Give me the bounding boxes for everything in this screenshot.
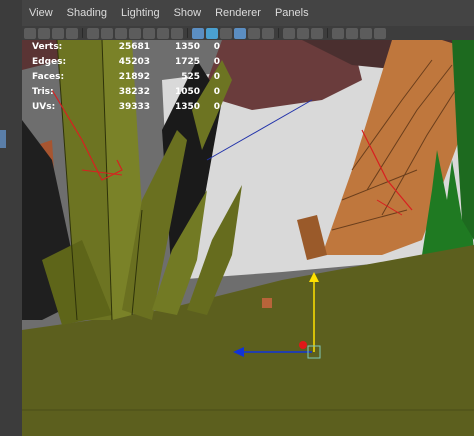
smooth-shade-icon[interactable]	[206, 27, 218, 39]
hud-label: Edges:	[32, 57, 67, 67]
hud-value-total: 25681	[118, 42, 150, 52]
hud-value-extra: 0	[213, 57, 220, 67]
resolution-gate-icon[interactable]	[115, 27, 127, 39]
depth-of-field-icon[interactable]	[311, 27, 323, 39]
film-gate-icon[interactable]	[101, 27, 113, 39]
hud-value-selected: 525	[181, 72, 200, 82]
safe-title-icon[interactable]	[171, 27, 183, 39]
shade-wire-icon[interactable]	[220, 27, 232, 39]
xray-joints-icon[interactable]	[360, 27, 372, 39]
xray-icon[interactable]	[346, 27, 358, 39]
backface-icon[interactable]	[374, 27, 386, 39]
shadows-icon[interactable]	[262, 27, 274, 39]
menu-shading[interactable]: Shading	[60, 7, 114, 19]
hud-value-total: 21892	[118, 72, 150, 82]
panel-toolbar	[22, 26, 474, 40]
safe-action-icon[interactable]	[157, 27, 169, 39]
menu-renderer[interactable]: Renderer	[208, 7, 268, 19]
hud-value-extra: 0	[213, 87, 220, 97]
hud-value-total: 38232	[118, 87, 150, 97]
toolbar-divider	[82, 28, 83, 38]
hud-value-extra: 0	[213, 42, 220, 52]
hud-label: UVs:	[32, 102, 56, 112]
hud-value-extra: 0	[213, 72, 220, 82]
tool-strip-marker[interactable]	[0, 130, 6, 148]
hud-label: Faces:	[32, 72, 65, 82]
panel-menu-bar: View Shading Lighting Show Renderer Pane…	[22, 0, 474, 26]
left-tool-strip	[0, 0, 23, 436]
field-chart-icon[interactable]	[143, 27, 155, 39]
hud-value-extra: 0	[213, 102, 220, 112]
ambient-occlusion-icon[interactable]	[283, 27, 295, 39]
lights-icon[interactable]	[248, 27, 260, 39]
toolbar-divider	[278, 28, 279, 38]
hud-value-total: 45203	[118, 57, 150, 67]
hud-value-total: 39333	[118, 102, 150, 112]
hud-label: Tris:	[32, 87, 54, 97]
poly-count-hud: Verts: 25681 1350 0 Edges: 45203 1725 0 …	[30, 40, 250, 115]
gate-mask-icon[interactable]	[129, 27, 141, 39]
menu-panels[interactable]: Panels	[268, 7, 316, 19]
hud-row-edges: Edges: 45203 1725 0	[30, 55, 250, 70]
isolate-icon[interactable]	[332, 27, 344, 39]
hud-value-selected: 1050	[174, 87, 200, 97]
hud-label: Verts:	[32, 42, 63, 52]
antialias-icon[interactable]	[297, 27, 309, 39]
menu-show[interactable]: Show	[167, 7, 209, 19]
camera-icon[interactable]	[24, 27, 36, 39]
menu-lighting[interactable]: Lighting	[114, 7, 167, 19]
hud-value-selected: 1725	[174, 57, 200, 67]
hud-row-tris: Tris: 38232 1050 0	[30, 85, 250, 100]
toolbar-divider	[327, 28, 328, 38]
hud-row-verts: Verts: 25681 1350 0	[30, 40, 250, 55]
hud-row-faces: Faces: 21892 525 0	[30, 70, 250, 85]
image-plane-icon[interactable]	[66, 27, 78, 39]
toolbar-divider	[187, 28, 188, 38]
menu-view[interactable]: View	[22, 7, 60, 19]
hud-value-selected: 1350	[174, 42, 200, 52]
selection-point[interactable]	[299, 341, 307, 349]
hud-value-selected: 1350	[174, 102, 200, 112]
textured-icon[interactable]	[234, 27, 246, 39]
lock-camera-icon[interactable]	[38, 27, 50, 39]
pivot-marker[interactable]	[262, 298, 272, 308]
3d-viewport[interactable]: Verts: 25681 1350 0 Edges: 45203 1725 0 …	[22, 40, 474, 436]
wireframe-icon[interactable]	[192, 27, 204, 39]
hud-row-uvs: UVs: 39333 1350 0	[30, 100, 250, 115]
bookmark-icon[interactable]	[52, 27, 64, 39]
grid-icon[interactable]	[87, 27, 99, 39]
